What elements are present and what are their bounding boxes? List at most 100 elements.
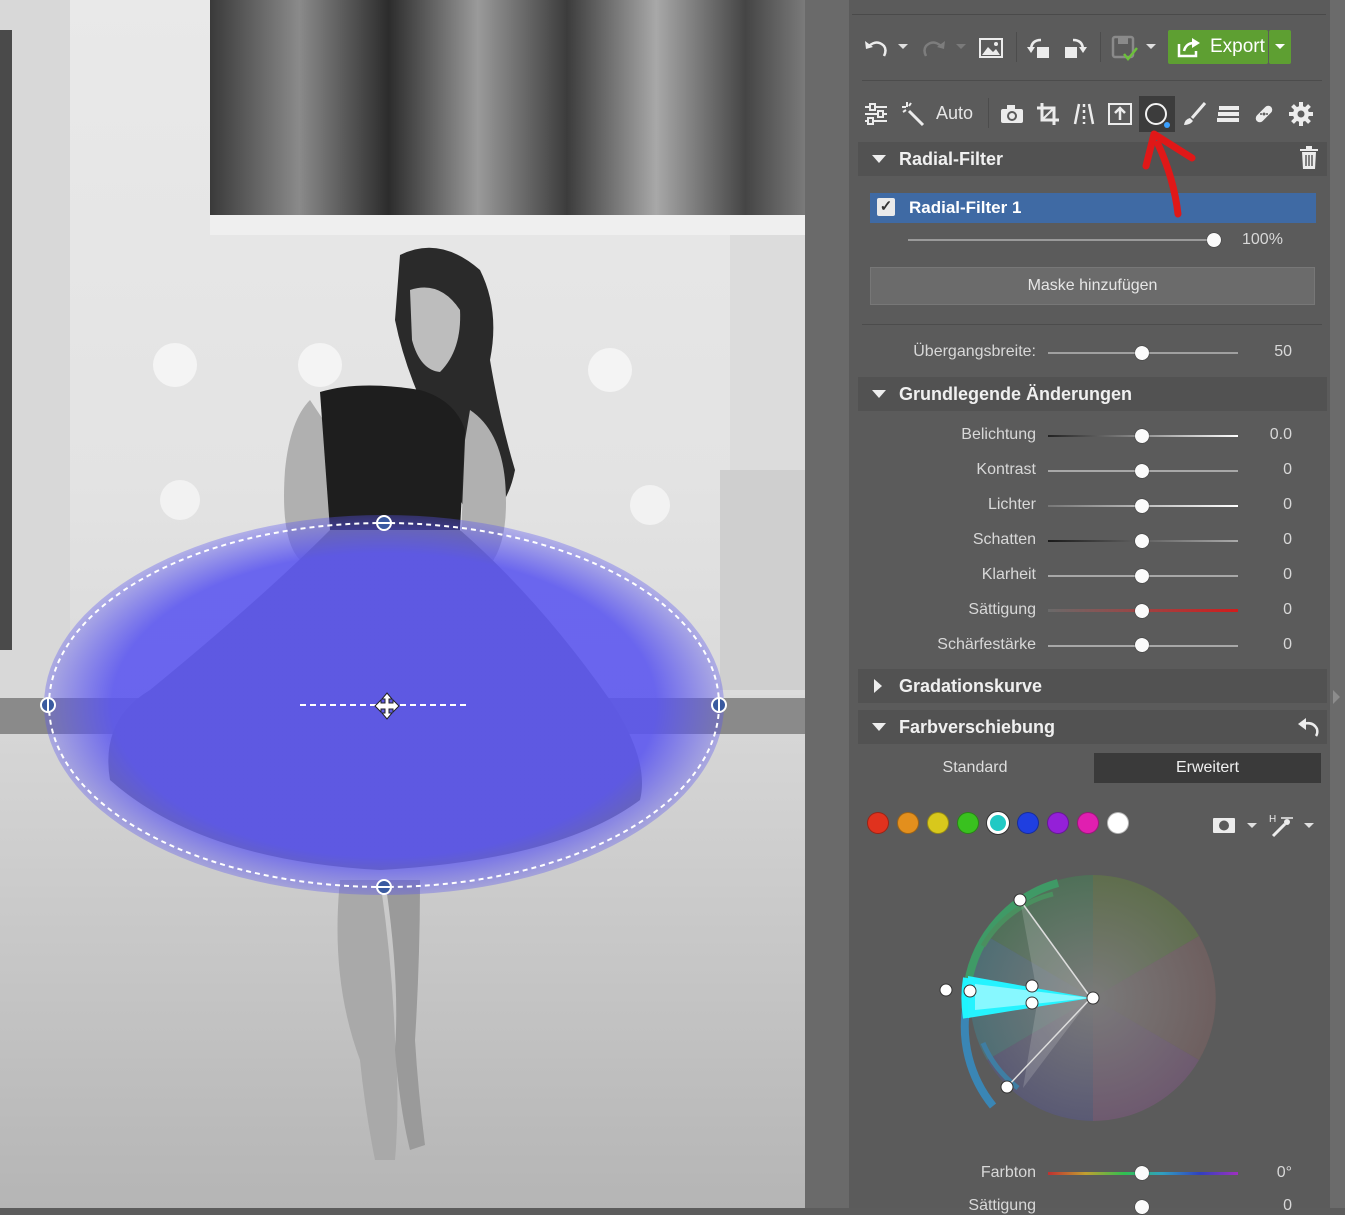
crop-icon[interactable] [1034,100,1062,128]
panel-gutter [805,0,849,1208]
toolbar-separator [988,98,989,128]
section-title: Radial-Filter [899,148,1004,169]
highlights-value: 0 [1283,496,1292,513]
mask-view-icon[interactable] [1210,813,1238,837]
saturation-shift-label: Sättigung [968,1197,1036,1214]
saturation-shift-slider-knob[interactable] [1135,1200,1149,1214]
swatch-blue[interactable] [1017,812,1039,834]
slider-label-sharpness: Schärfestärke [937,636,1036,653]
ellipse-handle-bottom[interactable] [376,879,392,895]
export-button[interactable]: Export [1168,30,1268,64]
contrast-slider-knob[interactable] [1135,464,1149,478]
camera-icon[interactable] [998,100,1026,128]
healing-patch-icon[interactable] [1250,100,1278,128]
auto-button[interactable]: Auto [936,103,973,124]
chevron-down-icon[interactable] [1245,820,1259,832]
ellipse-handle-right[interactable] [711,697,727,713]
perspective-icon[interactable] [1070,100,1098,128]
reset-icon[interactable] [1296,713,1322,739]
sharpness-slider-knob[interactable] [1135,638,1149,652]
hue-slider-knob[interactable] [1135,1166,1149,1180]
ellipse-handle-left[interactable] [40,697,56,713]
swatch-orange[interactable] [897,812,919,834]
opacity-slider-knob[interactable] [1207,233,1221,247]
divider [862,324,1322,325]
rotate-left-icon[interactable] [1026,34,1056,62]
gradient-filter-icon[interactable] [1214,100,1242,128]
section-title: Grundlegende Änderungen [899,383,1133,404]
slider-label-saturation: Sättigung [968,601,1036,618]
redo-icon[interactable] [920,34,948,62]
clarity-slider-knob[interactable] [1135,569,1149,583]
saturation-shift-value: 0 [1283,1197,1292,1214]
export-label: Export [1210,36,1265,57]
panel-scrollbar[interactable] [1330,0,1345,1208]
swatch-yellow[interactable] [927,812,949,834]
toolbar-separator [1016,32,1017,62]
scroll-arrow-icon[interactable] [1333,690,1340,704]
compare-image-icon[interactable] [976,34,1006,62]
filter-list-item[interactable]: ✓ Radial-Filter 1 [870,193,1316,223]
swatch-cyan-selected[interactable] [987,812,1009,834]
transition-width-slider-knob[interactable] [1135,346,1149,360]
chevron-down-icon[interactable] [1302,820,1316,832]
collapse-triangle-icon [872,155,886,163]
opacity-slider-track[interactable] [908,239,1214,241]
undo-icon[interactable] [862,34,890,62]
hue-picker-icon[interactable]: H [1266,811,1296,839]
swatch-red[interactable] [867,812,889,834]
sharpness-value: 0 [1283,636,1292,653]
opacity-value: 100% [1242,231,1283,248]
photo-scene [0,0,805,1208]
swatch-green[interactable] [957,812,979,834]
divider [862,80,1322,81]
trash-icon[interactable] [1297,145,1321,171]
swatch-white[interactable] [1107,812,1129,834]
collapse-triangle-icon [872,723,886,731]
ellipse-handle-top[interactable] [376,515,392,531]
slider-label-shadows: Schatten [972,531,1036,548]
radial-filter-section-header[interactable]: Radial-Filter [858,142,1327,176]
rotate-right-icon[interactable] [1060,34,1090,62]
swatch-magenta[interactable] [1077,812,1099,834]
tone-curve-section-header[interactable]: Gradationskurve [858,669,1327,703]
color-shift-section-header[interactable]: Farbverschiebung [858,710,1327,744]
svg-text:H: H [1269,814,1276,825]
tab-advanced[interactable]: Erweitert [1094,753,1321,783]
swatch-purple[interactable] [1047,812,1069,834]
exposure-slider-knob[interactable] [1135,429,1149,443]
export-dropdown-button[interactable] [1269,30,1291,64]
redo-dropdown-icon[interactable] [954,40,968,54]
chevron-down-icon [1275,44,1285,49]
add-mask-button[interactable]: Maske hinzufügen [870,267,1315,305]
save-icon[interactable] [1108,32,1140,64]
filter-enabled-checkbox[interactable]: ✓ [877,198,895,216]
collapse-triangle-icon [872,390,886,398]
basic-adjustments-section-header[interactable]: Grundlegende Änderungen [858,377,1327,411]
shadows-value: 0 [1283,531,1292,548]
transition-width-value: 50 [1274,343,1292,360]
undo-dropdown-icon[interactable] [896,40,910,54]
saturation-slider-knob[interactable] [1135,604,1149,618]
gear-icon[interactable] [1287,100,1315,128]
saturation-value: 0 [1283,601,1292,618]
section-title: Farbverschiebung [899,716,1056,737]
canvas-icon[interactable] [1106,100,1134,128]
sliders-icon[interactable] [862,100,890,128]
expand-triangle-icon [874,679,882,693]
filter-name: Radial-Filter 1 [909,198,1022,217]
color-wheel[interactable] [938,868,1228,1128]
section-title: Gradationskurve [899,675,1043,696]
toolbar-separator [1100,32,1101,62]
slider-label-highlights: Lichter [987,496,1036,513]
top-divider [852,14,1326,15]
hue-value: 0° [1276,1164,1292,1181]
save-dropdown-icon[interactable] [1144,40,1158,54]
hue-slider-label: Farbton [980,1164,1036,1181]
tab-standard[interactable]: Standard [858,753,1092,783]
shadows-slider-knob[interactable] [1135,534,1149,548]
photo-canvas[interactable] [0,0,805,1208]
magic-wand-icon[interactable] [900,100,928,128]
transition-width-label: Übergangsbreite: [913,343,1036,360]
highlights-slider-knob[interactable] [1135,499,1149,513]
